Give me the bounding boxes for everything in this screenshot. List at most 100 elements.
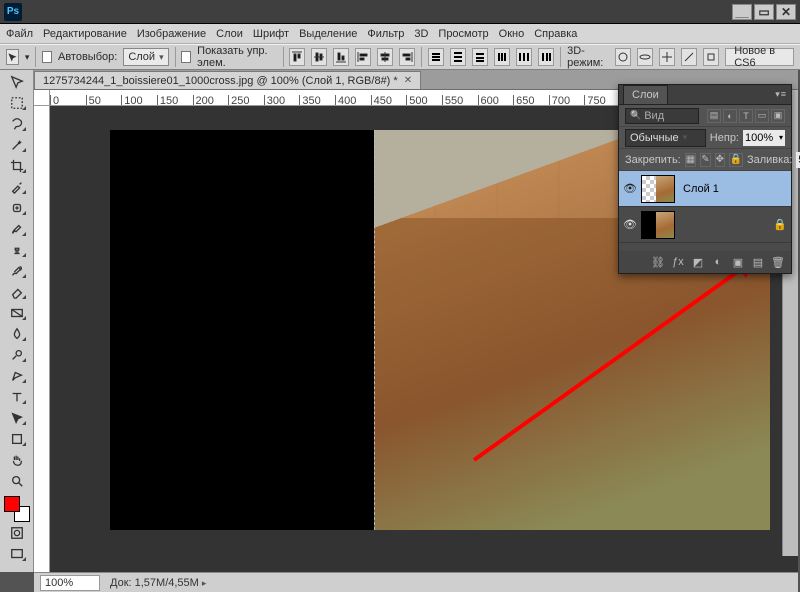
history-brush-tool-icon[interactable] (5, 261, 29, 281)
align-bottom-icon[interactable] (333, 48, 349, 66)
distribute-vcenter-icon[interactable] (450, 48, 466, 66)
layer-row[interactable]: 👁 🔒 (619, 207, 791, 243)
crop-tool-icon[interactable] (5, 156, 29, 176)
menu-type[interactable]: Шрифт (253, 28, 289, 40)
filter-type-icon[interactable]: T (739, 109, 753, 123)
layer-thumbnail[interactable] (641, 175, 675, 203)
menu-help[interactable]: Справка (534, 28, 577, 40)
menu-window[interactable]: Окно (499, 28, 525, 40)
align-top-icon[interactable] (289, 48, 305, 66)
blend-mode-dropdown[interactable]: Обычные (625, 129, 706, 147)
ruler-origin[interactable] (34, 90, 50, 106)
panel-menu-icon[interactable]: ▾≡ (775, 89, 787, 100)
link-layers-icon[interactable]: ⛓ (651, 255, 665, 269)
lasso-tool-icon[interactable] (5, 114, 29, 134)
lock-position-icon[interactable]: ✥ (715, 153, 725, 167)
distribute-left-icon[interactable] (494, 48, 510, 66)
distribute-bottom-icon[interactable] (472, 48, 488, 66)
distribute-right-icon[interactable] (538, 48, 554, 66)
new-layer-icon[interactable]: ▤ (751, 255, 765, 269)
align-hcenter-icon[interactable] (377, 48, 393, 66)
filter-adjust-icon[interactable]: ◐ (723, 109, 737, 123)
layer-visibility-icon[interactable]: 👁 (623, 218, 637, 231)
3d-roll-icon[interactable] (637, 48, 653, 66)
3d-slide-icon[interactable] (681, 48, 697, 66)
blur-tool-icon[interactable] (5, 324, 29, 344)
menu-layers[interactable]: Слои (216, 28, 243, 40)
layers-panel-tab[interactable]: Слои (623, 85, 668, 104)
3d-rotate-icon[interactable] (615, 48, 631, 66)
document-tab-close-icon[interactable]: ✕ (404, 75, 412, 86)
zoom-tool-icon[interactable] (5, 471, 29, 491)
color-swatches[interactable] (4, 496, 30, 522)
3d-scale-icon[interactable] (703, 48, 719, 66)
3d-pan-icon[interactable] (659, 48, 675, 66)
shape-tool-icon[interactable] (5, 429, 29, 449)
move-tool-icon[interactable] (5, 72, 29, 92)
quickmask-icon[interactable] (5, 523, 29, 543)
hand-tool-icon[interactable] (5, 450, 29, 470)
menu-3d[interactable]: 3D (414, 28, 428, 40)
menu-edit[interactable]: Редактирование (43, 28, 127, 40)
menu-select[interactable]: Выделение (299, 28, 357, 40)
layer-group-icon[interactable]: ▣ (731, 255, 745, 269)
eyedropper-tool-icon[interactable] (5, 177, 29, 197)
fill-input[interactable]: 50% (796, 152, 800, 168)
lock-transparent-icon[interactable]: ▦ (685, 153, 696, 167)
document-tab[interactable]: 1275734244_1_boissiere01_1000cross.jpg @… (34, 71, 421, 89)
auto-select-checkbox[interactable] (42, 51, 52, 63)
align-vcenter-icon[interactable] (311, 48, 327, 66)
whats-new-button[interactable]: Новое в CS6 (725, 48, 794, 66)
lock-all-icon[interactable]: 🔒 (729, 153, 743, 167)
type-tool-icon[interactable] (5, 387, 29, 407)
status-bar: 100% Док: 1,57M/4,55M (34, 572, 798, 592)
gradient-tool-icon[interactable] (5, 303, 29, 323)
adjustment-layer-icon[interactable]: ◐ (711, 255, 725, 269)
menu-file[interactable]: Файл (6, 28, 33, 40)
window-titlebar: Ps __ ▭ ✕ (0, 0, 800, 24)
ruler-vertical[interactable] (34, 106, 50, 572)
window-maximize-button[interactable]: ▭ (754, 4, 774, 20)
layer-visibility-icon[interactable]: 👁 (623, 182, 637, 195)
menu-filter[interactable]: Фильтр (367, 28, 404, 40)
zoom-level-input[interactable]: 100% (40, 575, 100, 591)
layers-panel: Слои ▾≡ Вид ▤ ◐ T ▭ ▣ Обычные Непр: 100%… (618, 84, 792, 274)
doc-info[interactable]: Док: 1,57M/4,55M (110, 577, 206, 589)
wand-tool-icon[interactable] (5, 135, 29, 155)
auto-select-target-dropdown[interactable]: Слой (123, 48, 168, 66)
filter-pixel-icon[interactable]: ▤ (707, 109, 721, 123)
menu-view[interactable]: Просмотр (438, 28, 488, 40)
path-select-tool-icon[interactable] (5, 408, 29, 428)
menu-image[interactable]: Изображение (137, 28, 206, 40)
distribute-hcenter-icon[interactable] (516, 48, 532, 66)
auto-select-label: Автовыбор: (58, 51, 117, 63)
lock-pixels-icon[interactable]: ✎ (700, 153, 710, 167)
foreground-swatch[interactable] (4, 496, 20, 512)
brush-tool-icon[interactable] (5, 219, 29, 239)
screenmode-icon[interactable] (5, 544, 29, 564)
eraser-tool-icon[interactable] (5, 282, 29, 302)
show-transform-controls-checkbox[interactable] (181, 51, 191, 63)
canvas-guide-line[interactable] (374, 130, 376, 530)
filter-shape-icon[interactable]: ▭ (755, 109, 769, 123)
layer-thumbnail[interactable] (641, 211, 675, 239)
delete-layer-icon[interactable]: 🗑 (771, 255, 785, 269)
distribute-top-icon[interactable] (428, 48, 444, 66)
stamp-tool-icon[interactable] (5, 240, 29, 260)
marquee-tool-icon[interactable] (5, 93, 29, 113)
layer-row[interactable]: 👁 Слой 1 (619, 171, 791, 207)
layer-filter-kind-dropdown[interactable]: Вид (625, 108, 699, 124)
layer-mask-icon[interactable]: ◩ (691, 255, 705, 269)
pen-tool-icon[interactable] (5, 366, 29, 386)
layer-name[interactable]: Слой 1 (683, 183, 719, 195)
window-minimize-button[interactable]: __ (732, 4, 752, 20)
opacity-input[interactable]: 100% (743, 130, 785, 146)
align-right-icon[interactable] (399, 48, 415, 66)
dodge-tool-icon[interactable] (5, 345, 29, 365)
window-close-button[interactable]: ✕ (776, 4, 796, 20)
layer-fx-icon[interactable]: ƒx (671, 255, 685, 269)
layers-panel-footer: ⛓ ƒx ◩ ◐ ▣ ▤ 🗑 (619, 251, 791, 273)
heal-tool-icon[interactable] (5, 198, 29, 218)
filter-smart-icon[interactable]: ▣ (771, 109, 785, 123)
align-left-icon[interactable] (355, 48, 371, 66)
